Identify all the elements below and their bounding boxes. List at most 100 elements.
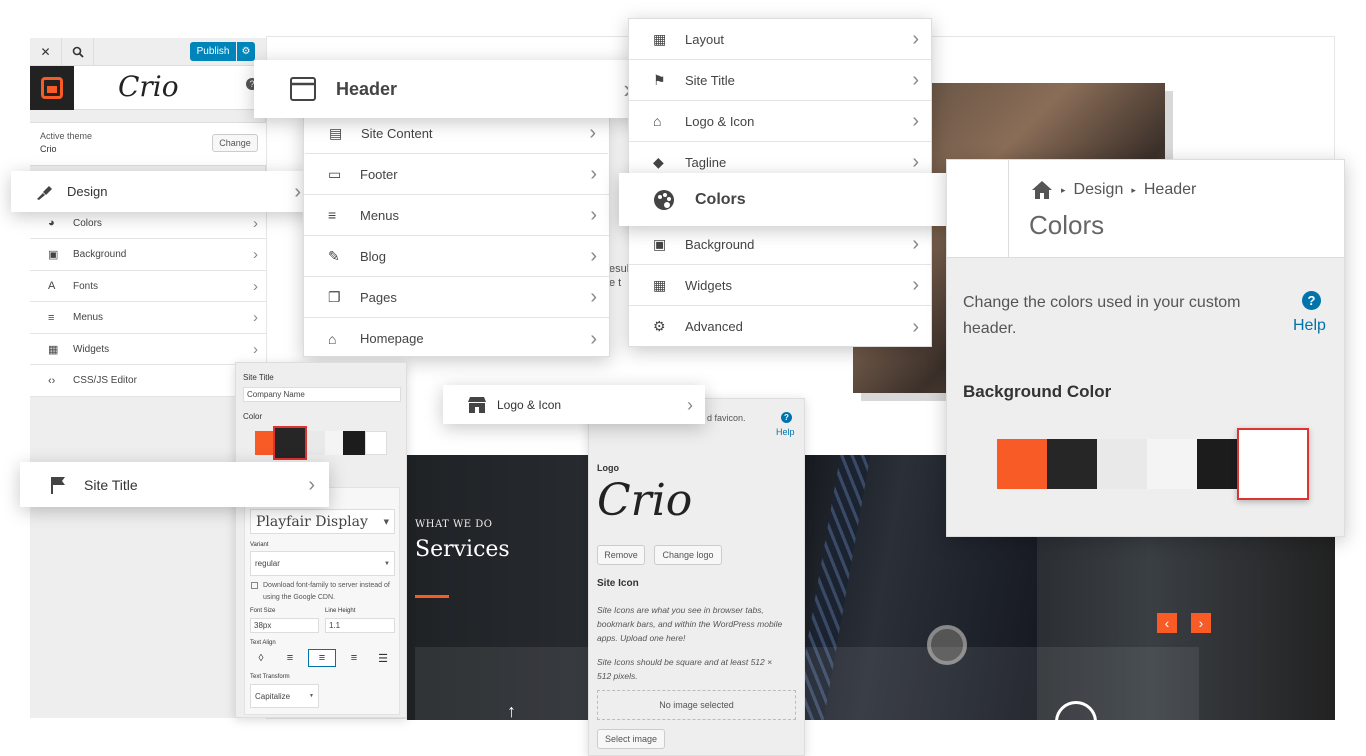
logo-icon-card[interactable]: Logo & Icon › [443,385,705,424]
align-left-icon[interactable]: ≡ [279,649,301,667]
logo-label: Logo [597,463,619,473]
color-swatch-off-white[interactable] [325,431,343,455]
help-link[interactable]: Help [776,427,795,437]
section-item-menus[interactable]: ≡ Menus › [304,195,609,236]
line-height-input[interactable]: 1.1 [325,618,395,633]
align-right-icon[interactable]: ≡ [343,649,365,667]
header-item-site-title[interactable]: ⚑ Site Title › [629,60,931,101]
font-size-input[interactable]: 38px [250,618,319,633]
design-card[interactable]: Design › [11,171,315,212]
customizer-menu: ◕ Colors › ▣ Background › A Fonts › ≡ Menus › ▦ W… [30,207,266,397]
store-icon: ⌂ [653,113,662,129]
menu-item-css-js-editor[interactable]: ‹› CSS/JS Editor [30,365,266,397]
dropdown-arrow-icon: ▼ [383,517,389,526]
align-center-icon[interactable]: ≡ [308,649,336,667]
slider-prev-button[interactable]: ‹ [1157,613,1177,633]
help-icon[interactable]: ? [1302,291,1321,310]
section-item-label: Footer [360,166,398,182]
clear-format-icon[interactable]: ◊ [250,649,272,667]
section-item-footer[interactable]: ▭ Footer › [304,154,609,195]
font-family-select[interactable]: Playfair Display ▼ [250,509,395,534]
change-logo-button[interactable]: Change logo [654,545,722,565]
chevron-right-icon: › [590,286,597,308]
breadcrumb-separator: ▸ [1061,184,1066,195]
content-icon: ▤ [329,124,343,141]
code-icon: ‹› [48,374,56,387]
section-item-label: Pages [360,289,397,305]
publish-button[interactable]: Publish [190,42,236,61]
section-item-pages[interactable]: ❐ Pages › [304,277,609,318]
chevron-right-icon: › [590,245,597,267]
color-swatch-orange[interactable] [255,431,273,455]
section-item-homepage[interactable]: ⌂ Homepage › [304,318,609,359]
color-swatch-white-selected[interactable] [1237,428,1309,500]
tag-icon: ◆ [653,153,664,170]
menu-item-colors[interactable]: ◕ Colors › [30,208,266,239]
no-image-placeholder[interactable]: No image selected [597,690,796,720]
remove-logo-button[interactable]: Remove [597,545,645,565]
text-align-buttons: ◊ ≡ ≡ ≡ ☰ [250,649,394,667]
breadcrumb-item-design[interactable]: Design [1074,181,1124,199]
color-swatch-off-white[interactable] [1147,439,1197,489]
home-icon[interactable] [1031,180,1053,200]
site-title-card-label: Site Title [84,476,138,493]
section-item-label: Blog [360,248,387,264]
header-item-advanced[interactable]: ⚙ Advanced › [629,306,931,347]
menu-icon: ≡ [48,311,55,324]
change-theme-button[interactable]: Change [212,134,258,152]
search-icon[interactable] [62,38,94,66]
breadcrumb-item-header[interactable]: Header [1144,181,1196,199]
variant-select[interactable]: regular ▼ [250,551,395,576]
color-swatch-dark[interactable] [1047,439,1097,489]
chevron-right-icon: › [912,274,919,296]
customizer-brand-bar: Crio ? [30,66,266,110]
align-justify-icon[interactable]: ☰ [372,649,394,667]
header-card[interactable]: Header › [254,60,652,118]
flag-icon: ⚑ [653,71,666,88]
publish-settings-gear-icon[interactable]: ⚙ [237,42,255,61]
section-item-site-content[interactable]: ▤ Site Content › [305,113,608,154]
header-item-label: Layout [685,31,725,47]
menu-item-menus[interactable]: ≡ Menus › [30,302,266,334]
variant-label: Variant [250,542,269,548]
store-icon [467,396,497,414]
site-title-input[interactable]: Company Name [243,387,401,402]
site-icon-description: Site Icons are what you see in browser t… [597,605,783,643]
header-item-background[interactable]: ▣ Background › [629,224,931,265]
color-label: Color [243,412,263,421]
select-image-button[interactable]: Select image [597,729,665,749]
color-swatch-dark-selected[interactable] [273,426,307,460]
slider-next-button[interactable]: › [1191,613,1211,633]
gear-icon: ⚙ [653,318,666,334]
color-swatch-white[interactable] [365,431,387,455]
text-transform-select[interactable]: Capitalize ▼ [250,684,319,708]
chevron-right-icon: › [912,28,919,50]
help-icon[interactable]: ? [781,412,792,423]
download-font-checkbox-row[interactable]: Download font-family to server instead o… [250,580,395,604]
chevron-right-icon: › [294,180,301,203]
close-button[interactable]: ✕ [30,38,62,66]
checkbox[interactable] [251,582,258,589]
header-item-widgets[interactable]: ▦ Widgets › [629,265,931,306]
menu-item-background[interactable]: ▣ Background › [30,239,266,271]
text-align-label: Text Align [250,640,276,646]
section-item-blog[interactable]: ✎ Blog › [304,236,609,277]
color-swatch-black[interactable] [1197,439,1237,489]
site-title-card[interactable]: Site Title › [20,462,329,507]
colors-card[interactable]: Colors › [619,173,988,226]
header-item-logo-icon[interactable]: ⌂ Logo & Icon › [629,101,931,142]
help-link[interactable]: Help [1293,317,1326,335]
menu-item-label: Colors [73,217,102,229]
color-swatch-orange[interactable] [997,439,1047,489]
color-swatch-black[interactable] [343,431,365,455]
breadcrumb-separator: ▸ [1131,184,1136,195]
color-swatch-light-gray[interactable] [307,431,325,455]
color-swatch-light-gray[interactable] [1097,439,1147,489]
header-item-layout[interactable]: ▦ Layout › [629,19,931,60]
header-item-label: Logo & Icon [685,113,755,129]
menu-item-fonts[interactable]: A Fonts › [30,271,266,302]
dropdown-arrow-icon: ▼ [384,560,390,567]
palette-icon [653,189,695,211]
menu-item-widgets[interactable]: ▦ Widgets › [30,334,266,365]
back-button[interactable] [947,160,1009,258]
